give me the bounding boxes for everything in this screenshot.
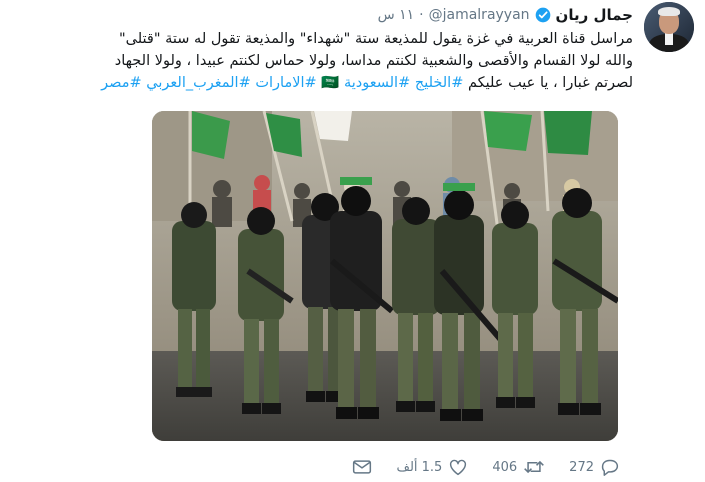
tweet-text-line-1: مراسل قناة العربية في غزة يقول للمذيعة س… (119, 31, 633, 47)
tweet-timestamp[interactable]: ١١ س (378, 7, 415, 23)
reply-icon (600, 458, 620, 476)
direct-message-button[interactable] (352, 459, 372, 475)
author-name[interactable]: جمال ريان (556, 6, 633, 24)
hashtag-egypt[interactable]: #مصر (101, 75, 142, 91)
retweet-icon (523, 458, 545, 476)
verified-icon (535, 7, 551, 23)
saudi-flag-icon: 🇸🇦 (321, 75, 340, 91)
tweet-header: جمال ريان @jamalrayyan · ١١ س (378, 4, 633, 26)
like-icon (448, 458, 468, 476)
hashtag-khaleej[interactable]: #الخليج (415, 75, 464, 91)
tweet-photo[interactable] (152, 111, 618, 441)
reply-count: 272 (569, 459, 594, 475)
like-button[interactable]: 1.5 ألف (396, 458, 468, 476)
avatar[interactable] (644, 2, 694, 52)
reply-button[interactable]: 272 (569, 458, 620, 476)
tweet-card[interactable]: جمال ريان @jamalrayyan · ١١ س مراسل قناة… (0, 0, 705, 482)
tweet-text-line-2: والله لولا القسام والأقصى والشعبية لكنتم… (114, 53, 633, 69)
hashtag-saudi[interactable]: #السعودية (344, 75, 410, 91)
tweet-actions: 272 406 1.5 ألف (300, 456, 620, 478)
tweet-text-line-3-middle: يا عيب عليكم (467, 75, 549, 91)
header-separator: · (419, 7, 424, 23)
tweet-text: مراسل قناة العربية في غزة يقول للمذيعة س… (8, 28, 633, 94)
author-handle[interactable]: @jamalrayyan (429, 7, 530, 23)
retweet-count: 406 (492, 459, 518, 475)
retweet-button[interactable]: 406 (492, 458, 545, 476)
hashtag-maghreb[interactable]: #المغرب_العربي (146, 75, 250, 91)
like-count: 1.5 ألف (396, 459, 443, 475)
tweet-text-line-3-start: لصرتم غبارا ، (553, 75, 633, 91)
tweet-text-line-3: لصرتم غبارا ، يا عيب عليكم #الخليج #السع… (8, 72, 633, 94)
dm-icon (352, 459, 372, 475)
hashtag-emirates[interactable]: #الامارات (255, 75, 316, 91)
